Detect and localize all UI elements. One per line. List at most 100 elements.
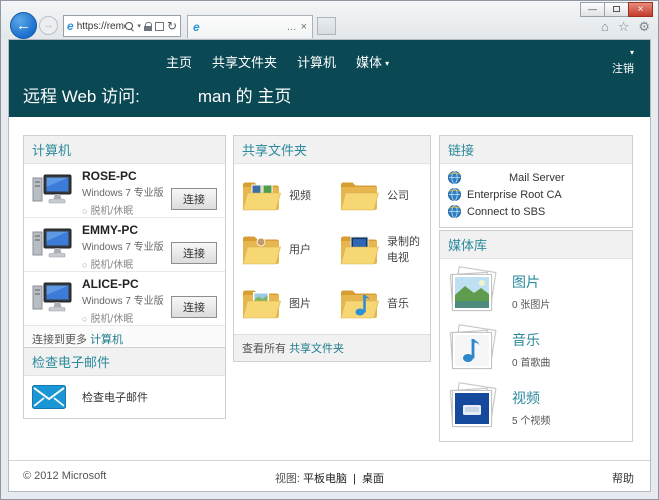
folder-item-users[interactable]: 用户	[234, 222, 332, 276]
folder-item-recorded-tv[interactable]: 录制的电视	[332, 222, 430, 276]
home-icon[interactable]: ⌂	[601, 20, 609, 33]
chevron-down-icon: ▾	[385, 59, 390, 68]
media-library-panel: 媒体库 图片 0 张图片 音乐 0 首歌曲 视频 5 个视频	[439, 230, 633, 442]
media-library-panel-title: 媒体库	[440, 231, 632, 259]
media-item-music[interactable]: 音乐 0 首歌曲	[448, 324, 624, 373]
email-envelope-icon[interactable]	[32, 385, 66, 409]
globe-icon	[448, 171, 461, 184]
media-label[interactable]: 视频	[512, 388, 550, 408]
check-email-link[interactable]: 检查电子邮件	[82, 389, 148, 405]
folder-label: 图片	[289, 298, 311, 310]
videos-stack-icon	[448, 382, 498, 431]
settings-gear-icon[interactable]: ⚙	[638, 20, 650, 33]
favorites-star-icon[interactable]: ☆	[618, 20, 630, 33]
new-tab-button[interactable]	[317, 17, 336, 35]
connect-button[interactable]: 连接	[171, 296, 217, 318]
media-item-videos[interactable]: 视频 5 个视频	[448, 382, 624, 431]
user-menu: ▾ 注销	[612, 48, 634, 77]
lock-icon	[143, 21, 153, 31]
media-label[interactable]: 音乐	[512, 330, 550, 350]
help-link[interactable]: 帮助	[612, 470, 634, 486]
back-arrow-icon: ←	[16, 17, 31, 34]
pictures-folder-icon	[242, 290, 281, 319]
folder-label: 用户	[289, 244, 311, 256]
tab-title: …	[286, 21, 297, 33]
pictures-stack-icon	[448, 266, 498, 315]
maximize-button[interactable]	[604, 2, 629, 17]
shared-folders-panel: 共享文件夹 视频 公司 用户 录制的电视 图片 音乐 查看所有 共享文件夹	[233, 135, 431, 362]
link-label: Enterprise Root CA	[467, 188, 562, 201]
computer-row: ROSE-PC Windows 7 专业版 ○ 脱机/休眠 连接	[24, 164, 225, 218]
folder-item-videos[interactable]: 视频	[234, 168, 332, 222]
search-icon[interactable]	[125, 21, 134, 31]
links-panel: 链接 Mail Server Enterprise Root CA Connec…	[439, 135, 633, 228]
refresh-icon[interactable]: ↻	[167, 20, 177, 32]
shared-folders-panel-title: 共享文件夹	[234, 136, 430, 164]
folder-label: 视频	[289, 190, 311, 202]
media-count: 5 个视频	[512, 415, 551, 427]
computer-icon	[32, 282, 72, 312]
media-item-pictures[interactable]: 图片 0 张图片	[448, 266, 624, 315]
maximize-icon	[613, 6, 620, 12]
browser-chrome: ← → e https://remote. ▾ ↻ e … × — × ⌂	[1, 1, 658, 39]
shared-folders-link[interactable]: 共享文件夹	[289, 343, 344, 355]
user-dropdown-icon[interactable]: ▾	[612, 48, 634, 57]
folder-item-pictures[interactable]: 图片	[234, 276, 332, 330]
page-content: 计算机 ROSE-PC Windows 7 专业版 ○ 脱机/休眠 连接 EMM…	[9, 117, 650, 491]
company-folder-icon	[340, 182, 379, 211]
page-title: 远程 Web 访问: man 的 主页	[23, 82, 291, 107]
view-label: 视图:	[274, 473, 300, 485]
folder-item-music[interactable]: 音乐	[332, 276, 430, 330]
email-panel: 检查电子邮件 检查电子邮件	[23, 347, 226, 419]
view-switcher: 视图: 平板电脑 | 桌面	[9, 470, 650, 486]
site-header: 主页 共享文件夹 计算机 媒体 ▾ ▾ 注销 远程 Web 访问: man 的 主页	[9, 40, 650, 117]
computer-name: ALICE-PC	[82, 277, 139, 291]
page-viewport: 主页 共享文件夹 计算机 媒体 ▾ ▾ 注销 远程 Web 访问: man 的 主页…	[8, 39, 651, 492]
computer-name: EMMY-PC	[82, 223, 139, 237]
link-item-connect-to-sbs[interactable]: Connect to SBS	[448, 205, 624, 218]
computers-panel-title: 计算机	[24, 136, 225, 164]
forward-arrow-icon: →	[43, 19, 54, 31]
search-dropdown-icon[interactable]: ▾	[137, 22, 141, 30]
view-desktop-link[interactable]: 桌面	[362, 473, 384, 485]
view-all-text: 查看所有	[242, 343, 286, 355]
nav-home[interactable]: 主页	[166, 52, 192, 71]
connect-button[interactable]: 连接	[171, 188, 217, 210]
view-tablet-link[interactable]: 平板电脑	[303, 473, 347, 485]
folder-label: 录制的电视	[387, 236, 420, 264]
compatibility-view-icon[interactable]	[154, 21, 164, 31]
minimize-button[interactable]: —	[580, 2, 605, 17]
connect-more-text: 连接到更多	[32, 334, 87, 346]
page-title-suffix: man 的 主页	[197, 87, 292, 106]
close-icon: ×	[637, 4, 644, 15]
media-label[interactable]: 图片	[512, 272, 550, 292]
nav-shared-folders[interactable]: 共享文件夹	[212, 52, 277, 71]
main-nav: 主页 共享文件夹 计算机 媒体 ▾	[166, 52, 389, 71]
computer-name: ROSE-PC	[82, 169, 137, 183]
forward-button[interactable]: →	[39, 16, 58, 35]
link-item-enterprise-root-ca[interactable]: Enterprise Root CA	[448, 188, 624, 201]
page-footer: © 2012 Microsoft 视图: 平板电脑 | 桌面 帮助	[9, 460, 650, 491]
media-count: 0 张图片	[512, 299, 551, 311]
nav-computers[interactable]: 计算机	[297, 52, 336, 71]
minimize-icon: —	[588, 4, 597, 14]
nav-media[interactable]: 媒体 ▾	[356, 52, 389, 71]
tab-close-icon[interactable]: ×	[301, 21, 307, 33]
link-item-mail-server[interactable]: Mail Server	[448, 171, 624, 184]
url-text[interactable]: https://remote.	[77, 21, 126, 32]
folder-item-company[interactable]: 公司	[332, 168, 430, 222]
computers-link[interactable]: 计算机	[90, 334, 123, 346]
status-circle-icon: ○	[82, 206, 88, 216]
close-button[interactable]: ×	[628, 2, 653, 17]
tab-favicon-icon: e	[193, 20, 200, 34]
browser-tab[interactable]: e … ×	[187, 15, 313, 38]
address-bar[interactable]: e https://remote. ▾ ↻	[63, 15, 181, 37]
signout-link[interactable]: 注销	[612, 63, 634, 75]
connect-button[interactable]: 连接	[171, 242, 217, 264]
site-favicon-icon: e	[67, 19, 74, 33]
status-circle-icon: ○	[82, 314, 88, 324]
chrome-toolbar: ⌂ ☆ ⚙	[601, 20, 650, 33]
folder-label: 音乐	[387, 298, 409, 310]
back-button[interactable]: ←	[10, 12, 37, 39]
computer-row: EMMY-PC Windows 7 专业版 ○ 脱机/休眠 连接	[24, 218, 225, 272]
